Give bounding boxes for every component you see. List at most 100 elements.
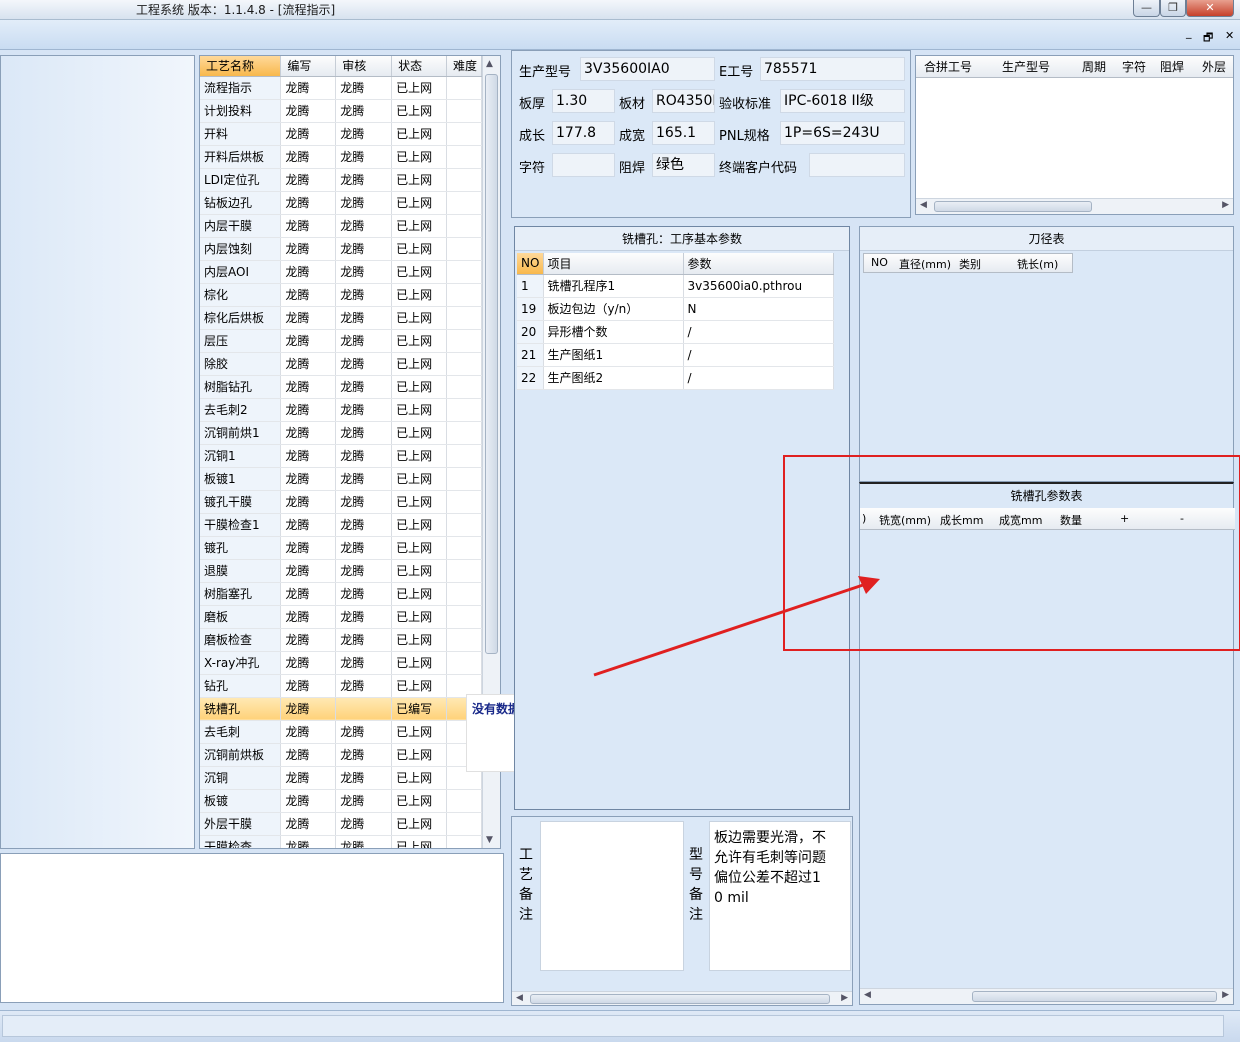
table-row[interactable]: 铣槽孔 龙腾 已编写 bbox=[200, 697, 482, 721]
table-row[interactable]: 20 异形槽个数 / bbox=[517, 320, 834, 344]
mill-col-length[interactable]: 成长mm bbox=[940, 512, 983, 528]
params-col-2[interactable]: 参数 bbox=[683, 253, 834, 275]
table-row[interactable]: 磨板检查 龙腾 龙腾 已上网 bbox=[200, 628, 482, 652]
left-memo-box[interactable] bbox=[0, 853, 504, 1003]
character-field[interactable] bbox=[552, 153, 615, 177]
tools-col-category[interactable]: 类别 bbox=[959, 256, 981, 272]
params-col-1[interactable]: 项目 bbox=[543, 253, 684, 275]
table-row[interactable]: 钻孔 龙腾 龙腾 已上网 bbox=[200, 674, 482, 698]
table-row[interactable]: 树脂钻孔 龙腾 龙腾 已上网 bbox=[200, 375, 482, 399]
window-minimize-button[interactable]: — bbox=[1133, 0, 1160, 17]
mill-grid-hscroll[interactable]: ◀ ▶ bbox=[860, 988, 1233, 1004]
mill-col-quantity[interactable]: 数量 bbox=[1060, 512, 1082, 528]
length-field[interactable]: 177.8 bbox=[552, 121, 615, 145]
scroll-right-icon[interactable]: ▶ bbox=[841, 993, 848, 1003]
table-row[interactable]: 镀孔干膜 龙腾 龙腾 已上网 bbox=[200, 490, 482, 514]
table-row[interactable]: 计划投料 龙腾 龙腾 已上网 bbox=[200, 99, 482, 123]
process-remark-box[interactable] bbox=[540, 821, 684, 971]
table-row[interactable]: 退膜 龙腾 龙腾 已上网 bbox=[200, 559, 482, 583]
table-row[interactable]: 开料后烘板 龙腾 龙腾 已上网 bbox=[200, 145, 482, 169]
table-row[interactable]: 流程指示 龙腾 龙腾 已上网 bbox=[200, 76, 482, 100]
table-cell bbox=[446, 651, 482, 675]
table-row[interactable]: 板镀 龙腾 龙腾 已上网 bbox=[200, 789, 482, 813]
table-row[interactable]: 沉铜前烘板 龙腾 龙腾 已上网 bbox=[200, 743, 482, 767]
table-row[interactable]: 外层干膜 龙腾 龙腾 已上网 bbox=[200, 812, 482, 836]
table-row[interactable]: 板镀1 龙腾 龙腾 已上网 bbox=[200, 467, 482, 491]
merge-col-model[interactable]: 生产型号 bbox=[1002, 58, 1050, 75]
table-row[interactable]: 棕化 龙腾 龙腾 已上网 bbox=[200, 283, 482, 307]
merge-col-cycle[interactable]: 周期 bbox=[1082, 58, 1106, 75]
table-row[interactable]: 去毛刺 龙腾 龙腾 已上网 bbox=[200, 720, 482, 744]
table-row[interactable]: 干膜检查1 龙腾 龙腾 已上网 bbox=[200, 513, 482, 537]
process-col-0[interactable]: 工艺名称 bbox=[200, 56, 282, 77]
table-row[interactable]: 层压 龙腾 龙腾 已上网 bbox=[200, 329, 482, 353]
customer-code-field[interactable] bbox=[809, 153, 905, 177]
process-col-4[interactable]: 难度 bbox=[446, 56, 482, 77]
table-row[interactable]: 22 生产图纸2/ bbox=[517, 366, 834, 390]
table-row[interactable]: 除胶 龙腾 龙腾 已上网 bbox=[200, 352, 482, 376]
scrollbar-thumb[interactable] bbox=[485, 74, 498, 654]
mdi-minimize-icon[interactable]: _ bbox=[1186, 26, 1192, 39]
window-close-button[interactable]: ✕ bbox=[1186, 0, 1234, 17]
thickness-field[interactable]: 1.30 bbox=[552, 89, 615, 113]
scroll-right-icon[interactable]: ▶ bbox=[1222, 200, 1229, 210]
scrollbar-thumb[interactable] bbox=[530, 994, 830, 1004]
table-row[interactable]: 内层AOI 龙腾 龙腾 已上网 bbox=[200, 260, 482, 284]
mdi-restore-icon[interactable]: 🗗 bbox=[1203, 29, 1213, 48]
table-row[interactable]: 19 板边包边（y/n） N bbox=[517, 297, 834, 321]
scroll-down-icon[interactable]: ▼ bbox=[486, 835, 493, 845]
mill-col-prev[interactable]: ) bbox=[862, 512, 866, 525]
tools-col-no[interactable]: NO bbox=[871, 256, 888, 269]
table-row[interactable]: X-ray冲孔 龙腾 龙腾 已上网 bbox=[200, 651, 482, 675]
pnl-field[interactable]: 1P=6S=243U bbox=[780, 121, 905, 145]
model-field[interactable]: 3V35600IA0 bbox=[580, 57, 715, 81]
table-row[interactable]: 内层蚀刻 龙腾 龙腾 已上网 bbox=[200, 237, 482, 261]
mill-col-finish-width[interactable]: 成宽mm bbox=[999, 512, 1042, 528]
scroll-left-icon[interactable]: ◀ bbox=[864, 990, 871, 1000]
standard-field[interactable]: IPC-6018 II级 bbox=[780, 89, 905, 113]
width-field[interactable]: 165.1 bbox=[652, 121, 715, 145]
mill-col-plus[interactable]: + bbox=[1120, 512, 1129, 525]
tools-col-length[interactable]: 铣长(m) bbox=[1017, 256, 1058, 272]
process-col-1[interactable]: 编写 bbox=[280, 56, 337, 77]
params-col-0[interactable]: NO bbox=[517, 253, 544, 275]
table-row[interactable]: 沉铜 龙腾 龙腾 已上网 bbox=[200, 766, 482, 790]
table-row[interactable]: 镀孔 龙腾 龙腾 已上网 bbox=[200, 536, 482, 560]
table-row[interactable]: 21 生产图纸1/ bbox=[517, 343, 834, 367]
scroll-left-icon[interactable]: ◀ bbox=[516, 993, 523, 1003]
table-row[interactable]: 去毛刺2 龙腾 龙腾 已上网 bbox=[200, 398, 482, 422]
table-row[interactable]: 磨板 龙腾 龙腾 已上网 bbox=[200, 605, 482, 629]
table-row[interactable]: 开料 龙腾 龙腾 已上网 bbox=[200, 122, 482, 146]
remarks-hscroll[interactable]: ◀ ▶ bbox=[512, 991, 852, 1005]
process-col-3[interactable]: 状态 bbox=[391, 56, 448, 77]
scroll-right-icon[interactable]: ▶ bbox=[1222, 990, 1229, 1000]
solder-mask-field[interactable]: 绿色 bbox=[652, 153, 715, 177]
mill-col-minus[interactable]: - bbox=[1180, 512, 1184, 525]
merge-col-job[interactable]: 合拼工号 bbox=[924, 58, 972, 75]
merge-grid-hscroll[interactable]: ◀ ▶ bbox=[916, 198, 1233, 214]
scroll-up-icon[interactable]: ▲ bbox=[486, 59, 493, 69]
table-row[interactable]: 干膜检查 龙腾 龙腾 已上网 bbox=[200, 835, 482, 848]
table-row[interactable]: 棕化后烘板 龙腾 龙腾 已上网 bbox=[200, 306, 482, 330]
tools-col-diameter[interactable]: 直径(mm) bbox=[899, 256, 951, 272]
table-row[interactable]: 钻板边孔 龙腾 龙腾 已上网 bbox=[200, 191, 482, 215]
table-row[interactable]: 沉铜前烘1 龙腾 龙腾 已上网 bbox=[200, 421, 482, 445]
table-row[interactable]: 树脂塞孔 龙腾 龙腾 已上网 bbox=[200, 582, 482, 606]
mdi-close-icon[interactable]: ✕ bbox=[1225, 29, 1234, 42]
scrollbar-thumb[interactable] bbox=[972, 991, 1217, 1002]
merge-col-mask[interactable]: 阻焊 bbox=[1160, 58, 1184, 75]
table-row[interactable]: LDI定位孔 龙腾 龙腾 已上网 bbox=[200, 168, 482, 192]
table-row[interactable]: 1 铣槽孔程序1 3v35600ia0.pthrou bbox=[517, 274, 834, 298]
mill-col-width[interactable]: 铣宽(mm) bbox=[879, 512, 931, 528]
table-row[interactable]: 沉铜1 龙腾 龙腾 已上网 bbox=[200, 444, 482, 468]
merge-col-char[interactable]: 字符 bbox=[1122, 58, 1146, 75]
process-col-2[interactable]: 审核 bbox=[335, 56, 393, 77]
scrollbar-thumb[interactable] bbox=[934, 201, 1092, 212]
merge-col-outer[interactable]: 外层 bbox=[1202, 58, 1226, 75]
model-remark-box[interactable]: 板边需要光滑，不允许有毛刺等问题偏位公差不超过10 mil bbox=[709, 821, 851, 971]
material-field[interactable]: RO4350B bbox=[652, 89, 715, 113]
e-number-field[interactable]: 785571 bbox=[760, 57, 905, 81]
table-row[interactable]: 内层干膜 龙腾 龙腾 已上网 bbox=[200, 214, 482, 238]
window-maximize-button[interactable]: ❐ bbox=[1160, 0, 1186, 17]
scroll-left-icon[interactable]: ◀ bbox=[920, 200, 927, 210]
